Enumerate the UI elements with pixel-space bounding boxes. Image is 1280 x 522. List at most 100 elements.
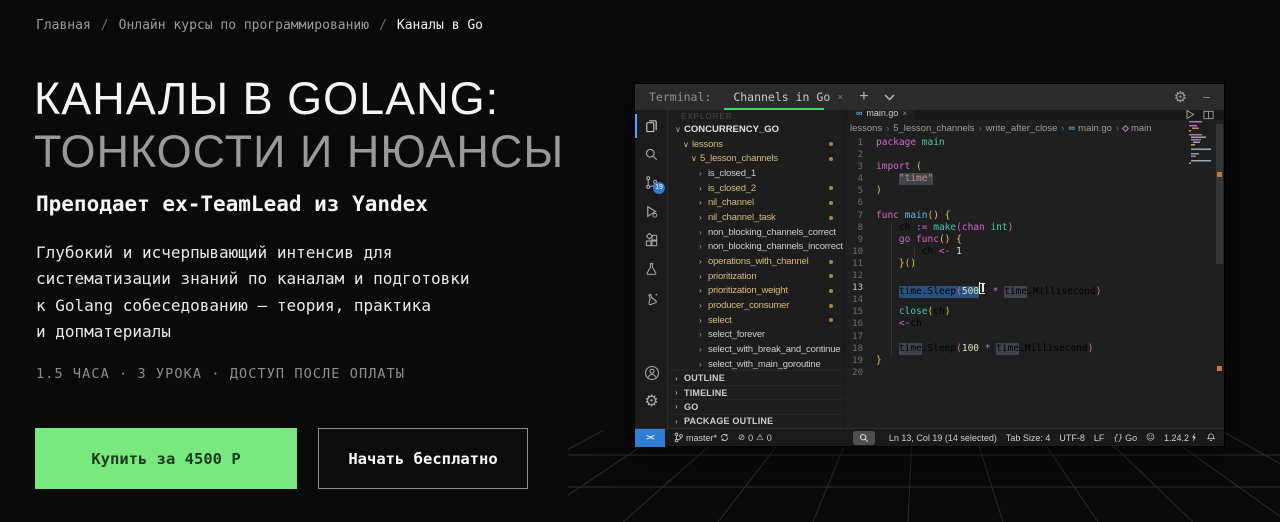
code-line[interactable]: 16 <-ch [846,318,1224,330]
code-line[interactable]: 5) [846,185,1224,197]
eol[interactable]: LF [1094,433,1105,443]
editor-scrollbar[interactable] [1215,120,1224,428]
go-version[interactable]: 1.24.2 [1164,433,1197,443]
language-mode[interactable]: {}Go [1113,433,1137,443]
modified-dot [829,186,833,190]
code-line[interactable]: 4 "time" [846,173,1224,185]
tree-item-non_blocking_channels_incorrect[interactable]: ›non_blocking_channels_incorrect [669,240,844,255]
editor-tab-strip: ∞ main.go × [846,110,1224,120]
modified-dot [829,216,833,220]
player-tab-label[interactable]: Channels in Go [733,90,830,104]
extensions-icon[interactable] [635,227,668,253]
code-line[interactable]: 8 ch := make(chan int) [846,222,1224,234]
tree-item-concurrency_go[interactable]: ∨CONCURRENCY_GO [669,122,844,137]
source-control-icon[interactable]: 19 [635,169,668,195]
minimize-icon[interactable]: — [1203,90,1210,104]
breadcrumb-item[interactable]: Главная [36,18,91,33]
code-line[interactable]: 15 close(ch) [846,306,1224,318]
code-line[interactable]: 6 [846,197,1224,209]
run-debug-icon[interactable] [635,198,668,224]
search-mode-indicator[interactable] [853,431,875,445]
explorer-icon[interactable] [635,113,668,139]
scrollbar-handle[interactable] [1216,124,1223,264]
tree-item-non_blocking_channels_correct[interactable]: ›non_blocking_channels_correct [669,225,844,240]
code-line[interactable]: 19} [846,355,1224,367]
panel-go[interactable]: ›GO [669,399,844,413]
account-icon[interactable] [635,360,668,386]
tree-item-prioritization[interactable]: ›prioritization [669,269,844,284]
code-line[interactable]: 13 time.Sleep(500 * time.Millisecond) [846,282,1224,294]
scroll-marker [1217,366,1222,371]
code-line[interactable]: 17 [846,331,1224,343]
tree-item-producer_consumer[interactable]: ›producer_consumer [669,298,844,313]
modified-dot [829,289,833,293]
activity-bar: 19 [635,110,668,428]
feedback-smiley-icon[interactable]: ☺ [1146,433,1155,443]
code-line[interactable]: 9 go func() { [846,234,1224,246]
cursor-position[interactable]: Ln 13, Col 19 (14 selected) [889,433,997,443]
minimap[interactable] [1187,119,1213,165]
manage-gear-icon[interactable]: ⚙ [635,387,668,413]
breadcrumb-separator: / [379,18,387,33]
code-line[interactable]: 18 time.Sleep(100 * time.Millisecond) [846,343,1224,355]
tree-item-5_lesson_channels[interactable]: ∨5_lesson_channels [669,151,844,166]
code-line[interactable]: 7func main() { [846,210,1224,222]
modified-dot [829,157,833,161]
tab-close-icon[interactable]: × [902,110,907,118]
code-line[interactable]: 3import ( [846,161,1224,173]
course-description: Глубокий и исчерпывающий интенсив для си… [36,240,469,345]
breadcrumb-5_lesson_channels[interactable]: 5_lesson_channels [893,123,974,134]
editor-tab-maingo[interactable]: ∞ main.go × [848,110,915,120]
bell-icon[interactable] [1206,432,1216,443]
remote-indicator[interactable]: >< [635,429,665,447]
tree-item-select_with_break_and_continue[interactable]: ›select_with_break_and_continue [669,342,844,357]
symbol-icon [1122,124,1129,131]
git-branch[interactable]: master* [674,432,729,443]
modified-dot [829,304,833,308]
tab-size[interactable]: Tab Size: 4 [1006,433,1051,443]
breadcrumb-main[interactable]: main [1123,123,1152,134]
problems-indicator[interactable]: ⊘ 0 ⚠ 0 [738,433,772,443]
branch-name: master* [686,433,717,443]
breadcrumb-main.go[interactable]: ∞main.go [1068,123,1112,134]
buy-button[interactable]: Купить за 4500 Р [35,428,297,489]
encoding[interactable]: UTF-8 [1059,433,1085,443]
testing-icon[interactable] [635,256,668,282]
modified-dot [829,260,833,264]
tree-item-is_closed_2[interactable]: ›is_closed_2 [669,181,844,196]
code-editor[interactable]: ∞ main.go × lessons›5_lesson_channels›wr… [846,110,1224,428]
start-free-button[interactable]: Начать бесплатно [318,428,528,489]
breadcrumb-lessons[interactable]: lessons [850,123,882,134]
add-tab-icon[interactable]: + [859,88,868,106]
code-line[interactable]: 20 [846,367,1224,379]
tree-item-nil_channel[interactable]: ›nil_channel [669,195,844,210]
tree-item-select[interactable]: ›select [669,313,844,328]
tree-item-operations_with_channel[interactable]: ›operations_with_channel [669,254,844,269]
code-line[interactable]: 10 ch <- 1 [846,246,1224,258]
tree-item-prioritization_weight[interactable]: ›prioritization_weight [669,284,844,299]
breadcrumb-write_after_close[interactable]: write_after_close [986,123,1058,134]
code-area[interactable]: 1package main23import (4 "time"5)67func … [846,137,1224,428]
warnings-icon: ⚠ [756,433,764,443]
breadcrumb-item[interactable]: Онлайн курсы по программированию [119,18,369,33]
breadcrumb-separator: / [101,18,109,33]
chevron-down-icon[interactable] [883,93,896,102]
code-line[interactable]: 11 }() [846,258,1224,270]
panel-package-outline[interactable]: ›PACKAGE OUTLINE [669,414,844,428]
panel-timeline[interactable]: ›TIMELINE [669,385,844,399]
tree-item-select_forever[interactable]: ›select_forever [669,328,844,343]
lab-icon[interactable] [635,286,668,312]
panel-outline[interactable]: ›OUTLINE [669,370,844,384]
tree-item-is_closed_1[interactable]: ›is_closed_1 [669,166,844,181]
tree-item-lessons[interactable]: ∨lessons [669,137,844,152]
code-line[interactable]: 1package main [846,137,1224,149]
settings-gear-icon[interactable]: ⚙ [1174,88,1187,106]
tree-item-nil_channel_task[interactable]: ›nil_channel_task [669,210,844,225]
search-icon[interactable] [635,141,668,167]
code-line[interactable]: 2 [846,149,1224,161]
code-line[interactable]: 12 [846,270,1224,282]
page-title: КАНАЛЫ В GOLANG: ТОНКОСТИ И НЮАНСЫ [34,72,564,178]
right-section: Terminal: Channels in Go × + ⚙ — [568,0,1280,522]
tab-close-icon[interactable]: × [837,92,843,103]
video-player-window: Terminal: Channels in Go × + ⚙ — [635,84,1224,446]
